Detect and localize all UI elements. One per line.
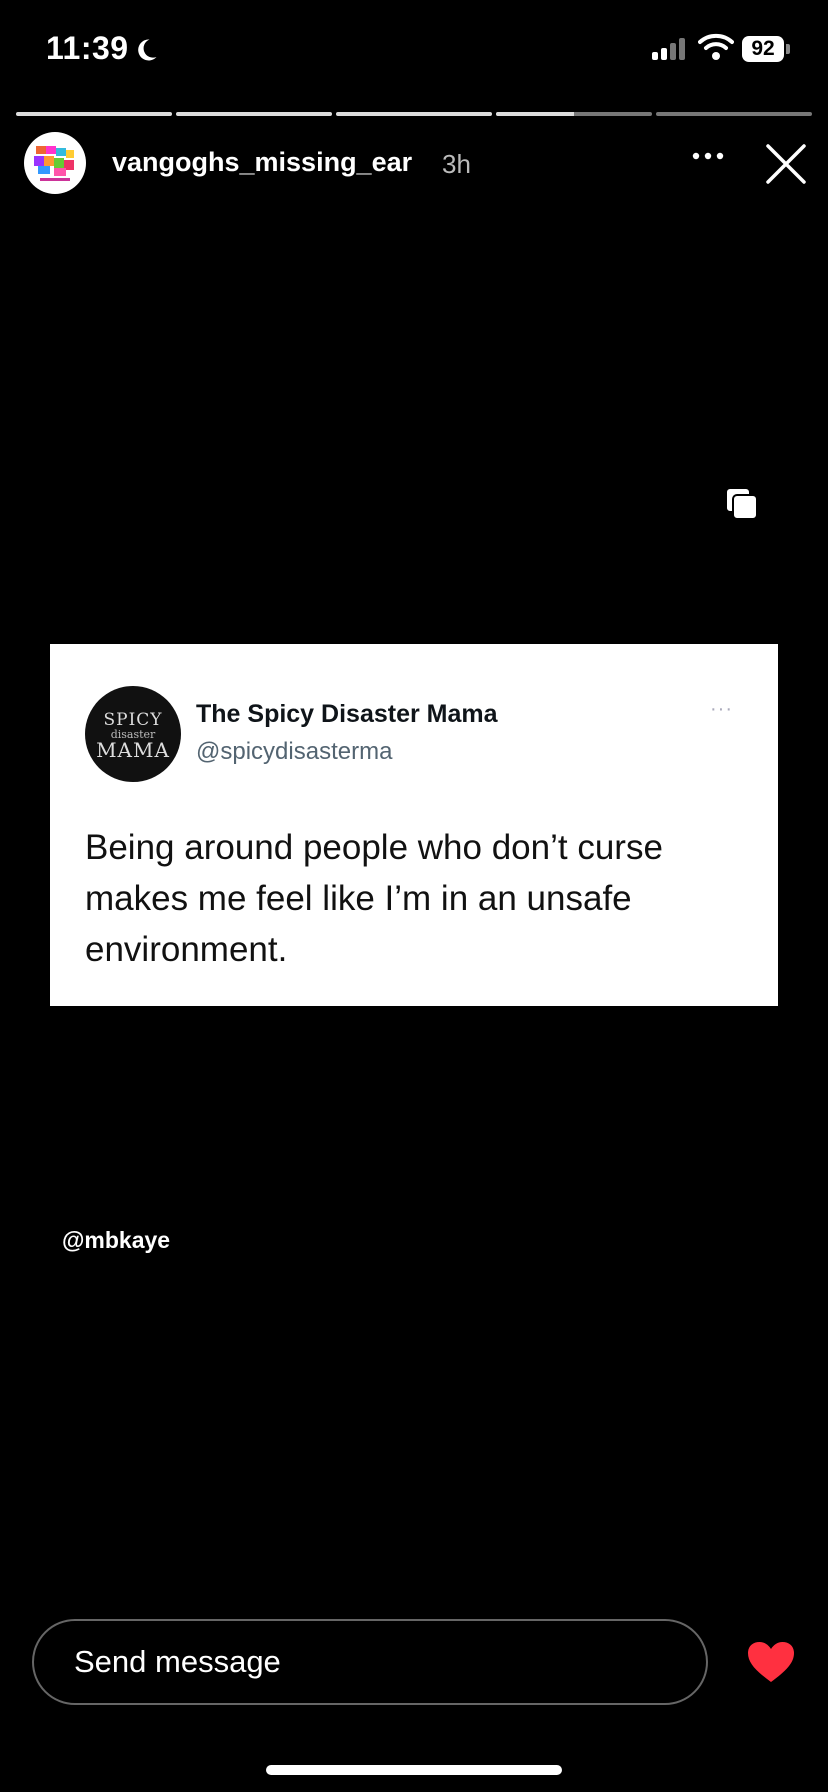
progress-segment (656, 112, 812, 116)
progress-segment (496, 112, 652, 116)
home-indicator[interactable] (266, 1765, 562, 1775)
close-icon[interactable] (764, 142, 808, 186)
send-message-input[interactable] (32, 1619, 708, 1705)
avatar-logo-icon (34, 146, 74, 181)
tweet-text: Being around people who don’t curse make… (85, 828, 663, 969)
tweet-avatar: SPICY disaster MAMA (85, 686, 181, 782)
status-time: 11:39 (46, 30, 129, 66)
wifi-icon (698, 33, 734, 60)
battery-indicator: 92 (742, 36, 784, 62)
progress-segment (176, 112, 332, 116)
signal-icon (652, 38, 688, 60)
progress-segment (336, 112, 492, 116)
battery-tip (786, 44, 790, 54)
tweet-author-handle: @spicydisasterma (196, 738, 393, 765)
mention-tag[interactable]: @mbkaye (62, 1227, 170, 1254)
multiple-photos-icon (725, 487, 758, 520)
story-timestamp: 3h (442, 149, 471, 179)
moon-icon (138, 39, 157, 61)
tweet-avatar-line3: MAMA (96, 738, 170, 762)
profile-avatar[interactable] (24, 132, 86, 194)
progress-segment (16, 112, 172, 116)
tweet-card: SPICY disaster MAMA The Spicy Disaster M… (50, 644, 778, 1006)
tweet-more-icon: ··· (710, 698, 733, 720)
heart-icon[interactable] (746, 1640, 796, 1684)
tweet-avatar-line1: SPICY (103, 710, 163, 730)
tweet-author-name: The Spicy Disaster Mama (196, 700, 498, 728)
story-username[interactable]: vangoghs_missing_ear (112, 147, 412, 178)
more-options-icon[interactable] (690, 148, 726, 164)
